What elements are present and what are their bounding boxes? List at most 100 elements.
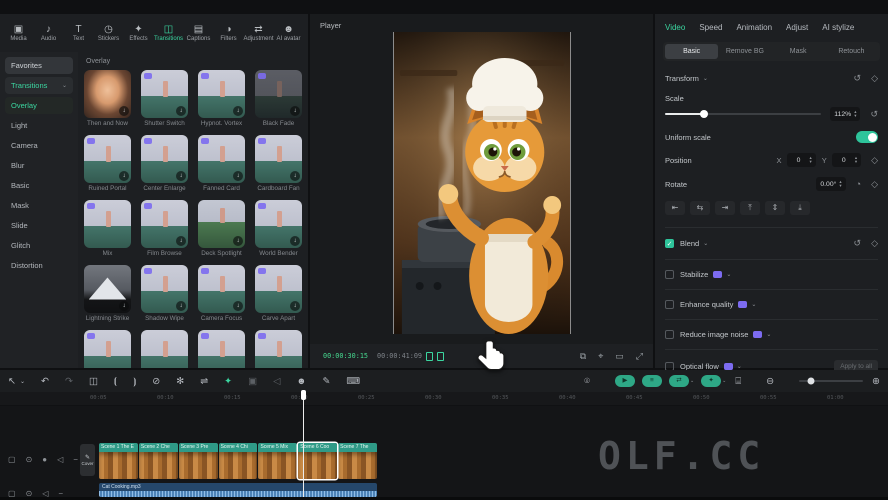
sidebar-item-favorites[interactable]: Favorites xyxy=(5,57,73,74)
sidebar-item-slide[interactable]: Slide xyxy=(5,217,73,234)
transition-item[interactable] xyxy=(141,330,188,368)
scale-reset-icon[interactable]: ↺ xyxy=(870,109,878,120)
snapshot-icon[interactable]: ⌖ xyxy=(598,351,603,362)
sidebar-item-mask[interactable]: Mask xyxy=(5,197,73,214)
ratio-icon[interactable]: ▭ xyxy=(615,351,624,362)
timeline-clip[interactable]: Scene 5 Mix xyxy=(258,443,297,479)
levels-toggle[interactable]: ≡ xyxy=(642,375,662,387)
uniform-scale-toggle[interactable] xyxy=(856,131,878,143)
track-mute-icon[interactable]: ◁ xyxy=(57,455,63,464)
track-hide-icon[interactable]: ● xyxy=(42,455,47,464)
sidebar-item-light[interactable]: Light xyxy=(5,117,73,134)
keyboard-icon[interactable]: ⌨ xyxy=(346,376,360,387)
select-icon[interactable]: ↖ xyxy=(8,376,16,387)
select-mode-chevron-icon[interactable]: ⌄ xyxy=(20,378,25,385)
tab-video[interactable]: Video xyxy=(665,23,685,32)
auto-cut-toggle[interactable]: ▶ xyxy=(615,375,635,387)
fullscreen-icon[interactable]: ⤢ xyxy=(636,351,643,362)
transition-item[interactable]: ↓Ruined Portal xyxy=(84,135,131,192)
sidebar-item-basic[interactable]: Basic xyxy=(5,177,73,194)
timeline-clip[interactable]: Scene 4 Chi xyxy=(219,443,258,479)
position-y-input[interactable]: 0 ▴▾ xyxy=(832,153,861,167)
toolbar-ai-avatar[interactable]: ☻AI avatar xyxy=(274,24,303,42)
tab-ai-stylize[interactable]: AI stylize xyxy=(822,23,854,32)
tab-animation[interactable]: Animation xyxy=(736,23,772,32)
timeline-zoom-slider[interactable] xyxy=(799,380,863,382)
align-middle-icon[interactable]: ⇕ xyxy=(765,201,785,215)
enhance-quality-checkbox[interactable] xyxy=(665,300,674,309)
smart-tools-icon[interactable]: ✦ xyxy=(224,376,232,387)
track-collapse-icon[interactable]: − xyxy=(73,455,78,464)
transition-item[interactable]: ↓World Bender xyxy=(255,200,302,257)
chevron-down-icon[interactable]: ⌄ xyxy=(703,240,708,247)
sidebar-item-blur[interactable]: Blur xyxy=(5,157,73,174)
toolbar-adjustment[interactable]: ⇄Adjustment xyxy=(244,24,273,42)
transition-item[interactable]: ↓Center Enlarge xyxy=(141,135,188,192)
freeze-icon[interactable]: ✻ xyxy=(176,376,184,387)
transition-item[interactable]: ↓Shutter Switch xyxy=(141,70,188,127)
link-toggle[interactable]: ⇄ xyxy=(669,375,689,387)
subtab-remove-bg[interactable]: Remove BG xyxy=(718,44,771,59)
cover-button[interactable]: ✎ Cover xyxy=(80,444,95,476)
transition-item[interactable] xyxy=(255,330,302,368)
scale-slider-knob[interactable] xyxy=(700,110,708,118)
scale-value-chip[interactable]: 112% ▴▾ xyxy=(830,107,860,121)
timeline-clip[interactable]: Scene 1 The E xyxy=(99,443,138,479)
sidebar-item-glitch[interactable]: Glitch xyxy=(5,237,73,254)
toolbar-media[interactable]: ▣Media xyxy=(4,24,33,42)
align-right-icon[interactable]: ⇥ xyxy=(715,201,735,215)
transition-item[interactable]: ↓Hypnot. Vortex xyxy=(198,70,245,127)
sidebar-item-overlay[interactable]: Overlay xyxy=(5,97,73,114)
scale-slider[interactable] xyxy=(665,113,821,115)
zoom-out-icon[interactable]: ⊖ xyxy=(766,376,774,387)
chevron-down-icon[interactable]: ⌄ xyxy=(703,75,708,82)
tab-speed[interactable]: Speed xyxy=(699,23,722,32)
audio-clip[interactable]: Cat Cooking.mp3 xyxy=(99,483,377,497)
y-stepper[interactable]: ▴▾ xyxy=(855,156,857,164)
sidebar-item-transitions[interactable]: Transitions⌄ xyxy=(5,77,73,94)
timeline-clip[interactable]: Scene 6 Coo xyxy=(298,443,337,479)
transition-item[interactable]: ↓Then and Now xyxy=(84,70,131,127)
timeline-clip[interactable]: Scene 3 Pre xyxy=(179,443,218,479)
avatar-icon[interactable]: ☻ xyxy=(296,376,306,387)
timeline-settings-icon[interactable]: ⌸ xyxy=(735,376,741,387)
transition-item[interactable]: Mix xyxy=(84,200,131,257)
tab-adjust[interactable]: Adjust xyxy=(786,23,808,32)
speaker-icon[interactable]: ◁ xyxy=(273,376,280,387)
undo-icon[interactable]: ↶ xyxy=(41,376,49,387)
transition-item[interactable]: ↓Cardboard Fan xyxy=(255,135,302,192)
sidebar-item-camera[interactable]: Camera xyxy=(5,137,73,154)
reset-icon[interactable]: ↺ xyxy=(854,73,862,84)
toolbar-audio[interactable]: ♪Audio xyxy=(34,24,63,42)
align-center-h-icon[interactable]: ⇆ xyxy=(690,201,710,215)
subtab-basic[interactable]: Basic xyxy=(665,44,718,59)
align-top-icon[interactable]: ⤒ xyxy=(740,201,760,215)
chevron-down-icon[interactable]: ⌄ xyxy=(751,301,756,308)
transition-item[interactable]: ↓Camera Focus xyxy=(198,265,245,322)
blend-reset-icon[interactable]: ↺ xyxy=(854,238,862,249)
x-stepper[interactable]: ▴▾ xyxy=(810,156,812,164)
microphone-icon[interactable]: ⌾ xyxy=(584,376,590,387)
transition-item[interactable] xyxy=(84,330,131,368)
snap-toggle[interactable]: ✦ xyxy=(701,375,721,387)
chevron-down-icon[interactable]: ⌄ xyxy=(726,271,731,278)
chevron-down-icon[interactable]: ⌄ xyxy=(737,363,742,370)
split-icon[interactable]: ◫ xyxy=(89,376,98,387)
toolbar-stickers[interactable]: ◷Stickers xyxy=(94,24,123,42)
transition-item[interactable]: ↓Black Fade xyxy=(255,70,302,127)
zoom-in-icon[interactable]: ⊕ xyxy=(872,376,880,387)
transition-item[interactable]: ↓Carve Apart xyxy=(255,265,302,322)
draw-icon[interactable]: ✎ xyxy=(322,376,330,387)
transition-item[interactable]: ↓Shadow Wipe xyxy=(141,265,188,322)
toolbar-effects[interactable]: ✦Effects xyxy=(124,24,153,42)
transition-item[interactable] xyxy=(198,330,245,368)
transition-item[interactable]: ↓Fanned Card xyxy=(198,135,245,192)
mirror-preview-icon[interactable]: ⧉ xyxy=(580,351,586,362)
track-options-icon[interactable]: ▢ xyxy=(8,455,16,464)
chevron-down-icon[interactable]: ⌄ xyxy=(766,331,771,338)
rotate-dial-icon[interactable]: ◔ xyxy=(856,179,861,189)
position-keyframe-icon[interactable]: ◇ xyxy=(871,155,878,166)
delete-icon[interactable]: ⊘ xyxy=(152,376,160,387)
timeline-clip[interactable]: Scene 2 Che xyxy=(139,443,178,479)
reduce-image-noise-checkbox[interactable] xyxy=(665,330,674,339)
